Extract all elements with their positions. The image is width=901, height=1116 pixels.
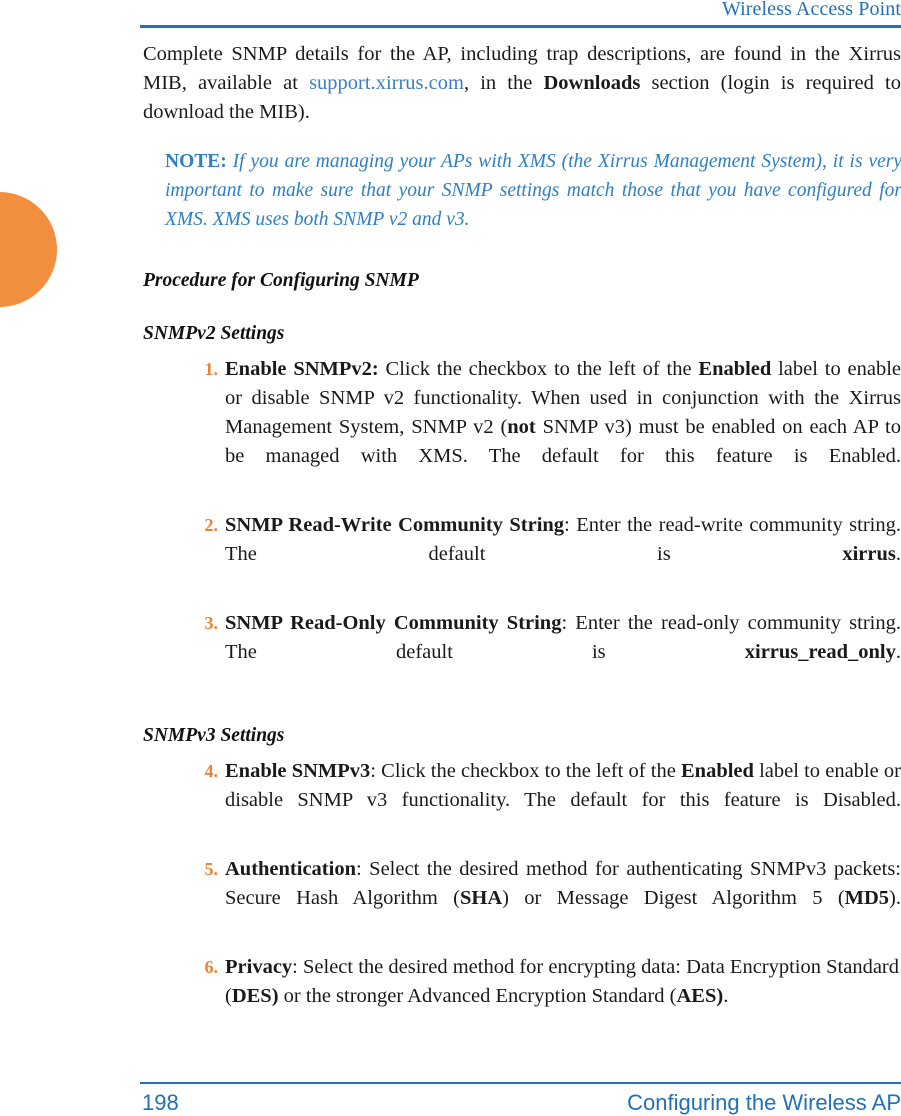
- page-header: Wireless Access Point: [140, 0, 901, 28]
- step-text: Privacy: Select the desired method for e…: [225, 953, 901, 1011]
- step-number: 6.: [204, 957, 219, 977]
- step-number: 5.: [204, 859, 219, 879]
- note-text: If you are managing your APs with XMS (t…: [165, 151, 901, 230]
- step-body-a: : Click the checkbox to the left of the: [370, 760, 681, 782]
- document-page: Wireless Access Point Complete SNMP deta…: [0, 0, 901, 1116]
- step-bold-mid: xirrus_read_only: [744, 641, 896, 663]
- step-body-b: .: [895, 543, 901, 565]
- step-number: 4.: [204, 761, 219, 781]
- step-body-c: ).: [889, 887, 901, 909]
- footer-section-title: Configuring the Wireless AP: [627, 1090, 901, 1115]
- step-body-b: ) or Message Digest Algorithm 5 (: [502, 887, 845, 909]
- step-text: Enable SNMPv2: Click the checkbox to the…: [225, 355, 901, 500]
- step-bold-mid-2: not: [507, 416, 536, 438]
- step-text: SNMP Read-Write Community String: Enter …: [225, 511, 901, 598]
- step-bold-mid: Enabled: [698, 358, 772, 380]
- intro-paragraph: Complete SNMP details for the AP, includ…: [143, 40, 901, 127]
- step-text: SNMP Read-Only Community String: Enter t…: [225, 609, 901, 696]
- note-callout: NOTE: If you are managing your APs with …: [165, 147, 901, 234]
- step-bold-mid: DES): [231, 985, 279, 1007]
- step-bold-mid: Enabled: [681, 760, 754, 782]
- footer-page-number: 198: [142, 1090, 179, 1115]
- page-content: Complete SNMP details for the AP, includ…: [143, 40, 901, 1011]
- procedure-heading: Procedure for Configuring SNMP: [143, 270, 419, 291]
- step-bold-lead: Privacy: [225, 956, 293, 978]
- step-number: 3.: [204, 613, 219, 633]
- section-heading-snmpv2: SNMPv2 Settings: [143, 323, 285, 344]
- steps-list-snmpv3: 4. Enable SNMPv3: Click the checkbox to …: [143, 757, 901, 1011]
- step-bold-lead: Enable SNMPv3: [225, 760, 371, 782]
- list-item: 4. Enable SNMPv3: Click the checkbox to …: [143, 757, 901, 844]
- header-divider: [140, 25, 901, 28]
- step-bold-lead: SNMP Read-Write Community String: [225, 514, 565, 536]
- chapter-thumb-tab: [0, 192, 57, 307]
- step-number: 1.: [204, 359, 219, 379]
- step-bold-lead: Enable SNMPv2:: [225, 358, 379, 380]
- step-bold-lead: Authentication: [225, 858, 356, 880]
- support-site-link[interactable]: support.xirrus.com: [309, 72, 464, 94]
- step-bold-lead: SNMP Read-Only Community String: [225, 612, 562, 634]
- footer-divider: [140, 1082, 901, 1084]
- steps-list-snmpv2: 1. Enable SNMPv2: Click the checkbox to …: [143, 355, 901, 696]
- list-item: 2. SNMP Read-Write Community String: Ent…: [143, 511, 901, 598]
- downloads-emphasis: Downloads: [543, 72, 641, 94]
- step-body-b: .: [895, 641, 901, 663]
- step-number: 2.: [204, 515, 219, 535]
- list-item: 5. Authentication: Select the desired me…: [143, 855, 901, 942]
- header-title: Wireless Access Point: [721, 0, 901, 20]
- step-bold-mid: xirrus: [842, 543, 896, 565]
- list-item: 6. Privacy: Select the desired method fo…: [143, 953, 901, 1011]
- list-item: 1. Enable SNMPv2: Click the checkbox to …: [143, 355, 901, 500]
- section-heading-snmpv3: SNMPv3 Settings: [143, 725, 285, 746]
- step-bold-mid-2: AES): [676, 985, 724, 1007]
- step-text: Authentication: Select the desired metho…: [225, 855, 901, 942]
- step-body-c: .: [723, 985, 729, 1007]
- step-bold-mid-2: MD5: [844, 887, 890, 909]
- step-bold-mid: SHA: [460, 887, 503, 909]
- note-label: NOTE:: [165, 151, 227, 172]
- list-item: 3. SNMP Read-Only Community String: Ente…: [143, 609, 901, 696]
- intro-text-2: , in the: [463, 72, 544, 94]
- step-text: Enable SNMPv3: Click the checkbox to the…: [225, 757, 901, 844]
- step-body-a: Click the checkbox to the left of the: [378, 358, 699, 380]
- page-footer: 198 Configuring the Wireless AP: [140, 1082, 901, 1116]
- step-body-b: or the stronger Advanced Encryption Stan…: [278, 985, 677, 1007]
